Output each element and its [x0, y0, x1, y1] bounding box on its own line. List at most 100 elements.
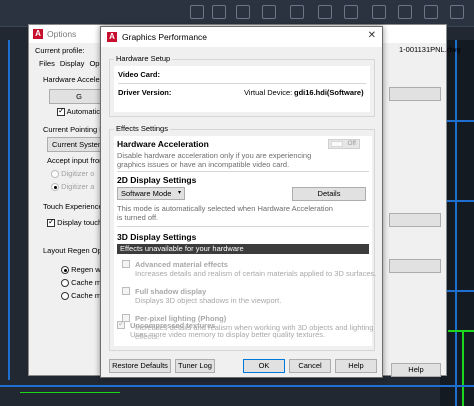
drawing-line: [447, 200, 474, 202]
effect-item-title: Uncompressed textures: [130, 321, 216, 330]
current-profile-label: Current profile:: [35, 46, 85, 55]
uncompressed-textures-checkbox[interactable]: [117, 319, 125, 329]
effect-item-desc: Displays 3D object shadows in the viewpo…: [135, 296, 282, 305]
drawing-line: [462, 330, 464, 406]
hardware-setup-legend: Hardware Setup: [114, 54, 173, 63]
toolbar-tool-icon[interactable]: [212, 5, 226, 19]
toolbar-tool-icon[interactable]: [450, 5, 464, 19]
options-side-button[interactable]: [389, 213, 441, 227]
drawing-line: [448, 330, 474, 332]
regen-when-radio[interactable]: [61, 266, 69, 275]
automatic-checkbox[interactable]: [57, 106, 65, 117]
hw-accel-toggle-label: Off: [347, 140, 356, 147]
options-tabs: Files Display Open: [39, 59, 108, 68]
effect-item-uncompressed-textures: Uncompressed textures Uses more video me…: [117, 319, 326, 339]
options-title: Options: [47, 29, 77, 39]
display2d-note-2: is turned off.: [117, 213, 159, 222]
effects-panel: Hardware Acceleration Off Disable hardwa…: [114, 136, 376, 346]
effect-item-title: Full shadow display: [135, 287, 207, 296]
toolbar-tool-icon[interactable]: [290, 5, 304, 19]
toolbar-tool-icon[interactable]: [372, 5, 386, 19]
cad-toolbar: [0, 0, 474, 26]
effect-item-desc: Uses more video memory to display better…: [130, 330, 326, 339]
digitizer-only-radio[interactable]: [51, 170, 59, 179]
cache-model-radio-2[interactable]: [61, 292, 69, 301]
drawing-line: [8, 40, 10, 380]
effects-settings-group: Effects Settings Hardware Acceleration O…: [109, 124, 376, 351]
hw-accel-desc-2: graphics issues or have an incompatible …: [117, 160, 290, 169]
pointing-device-select[interactable]: Current System Po: [47, 137, 115, 152]
cache-model-row-2: Cache mo: [61, 291, 105, 301]
effect-item-title: Advanced material effects: [135, 260, 228, 269]
drawing-line: [455, 40, 457, 406]
tab-display[interactable]: Display: [60, 59, 85, 68]
options-help-button[interactable]: Help: [391, 363, 441, 377]
toolbar-tool-icon[interactable]: [398, 5, 412, 19]
toolbar-tool-icon[interactable]: [318, 5, 332, 19]
drawing-line: [0, 385, 474, 387]
restore-defaults-button[interactable]: Restore Defaults: [109, 359, 171, 373]
accept-input-label: Accept input from:: [47, 156, 108, 165]
drawing-line: [20, 392, 120, 393]
options-side-button[interactable]: [389, 259, 441, 273]
options-side-button[interactable]: [389, 87, 441, 101]
full-shadow-checkbox[interactable]: [122, 287, 130, 295]
details-button[interactable]: Details: [292, 187, 366, 201]
tuner-log-button[interactable]: Tuner Log: [175, 359, 215, 373]
display2d-title: 2D Display Settings: [117, 175, 197, 185]
automatic-check-row: Automatica: [57, 106, 105, 117]
display2d-note-1: This mode is automatically selected when…: [117, 204, 333, 213]
hw-accel-toggle[interactable]: Off: [328, 139, 360, 149]
display-mode-value: Software Mode: [121, 189, 172, 198]
effect-item-desc: Increases details and realism of certain…: [135, 269, 377, 278]
autocad-logo-icon: A: [107, 32, 117, 42]
drawing-line: [447, 120, 474, 122]
toggle-knob: [331, 141, 343, 147]
digitizer-and-label: Digitizer a: [61, 182, 95, 191]
chevron-down-icon: ▾: [177, 190, 181, 196]
effect-item-full-shadow: Full shadow display Displays 3D object s…: [122, 287, 281, 305]
close-icon[interactable]: ✕: [368, 30, 376, 41]
hardware-acceleration-label: Hardware Accelera: [43, 75, 107, 84]
virtual-device-value: gdi16.hdi(Software): [294, 88, 364, 97]
hw-accel-desc-1: Disable hardware acceleration only if yo…: [117, 151, 312, 160]
display-mode-select[interactable]: Software Mode ▾: [117, 187, 185, 200]
virtual-device-label: Virtual Device:: [244, 88, 293, 97]
dialog-title-bar: A Graphics Performance ✕: [101, 27, 382, 47]
divider: [117, 171, 369, 172]
toolbar-tool-icon[interactable]: [262, 5, 276, 19]
help-button[interactable]: Help: [335, 359, 377, 373]
toolbar-tool-icon[interactable]: [190, 5, 204, 19]
hardware-info-panel: Video Card: Driver Version: Virtual Devi…: [114, 66, 370, 112]
unavailable-banner: Effects unavailable for your hardware: [117, 244, 369, 254]
touch-experience-label: Touch Experience: [43, 202, 103, 211]
drawing-name: 1-001131PNL.dwg: [399, 45, 461, 54]
display-touch-checkbox[interactable]: [47, 217, 55, 228]
cancel-button[interactable]: Cancel: [289, 359, 331, 373]
digitizer-and-radio[interactable]: [51, 183, 59, 192]
automatic-label: Automatica: [66, 107, 105, 116]
divider: [117, 226, 369, 227]
dialog-title: Graphics Performance: [122, 32, 208, 42]
divider: [118, 83, 366, 84]
cache-model-radio-1[interactable]: [61, 279, 69, 288]
autocad-logo-icon: A: [33, 29, 43, 39]
cache-model-row-1: Cache mo: [61, 278, 105, 288]
toolbar-tool-icon[interactable]: [236, 5, 250, 19]
digitizer-only-row: Digitizer o: [51, 169, 95, 179]
digitizer-only-label: Digitizer o: [61, 169, 95, 178]
advanced-material-checkbox[interactable]: [122, 260, 130, 268]
hardware-setup-group: Hardware Setup Video Card: Driver Versio…: [109, 54, 375, 117]
digitizer-and-row: Digitizer a: [51, 182, 95, 192]
hw-accel-title: Hardware Acceleration: [117, 139, 209, 149]
ok-button[interactable]: OK: [243, 359, 285, 373]
toolbar-tool-icon[interactable]: [424, 5, 438, 19]
display3d-title: 3D Display Settings: [117, 232, 197, 242]
toolbar-tool-icon[interactable]: [344, 5, 358, 19]
drawing-line: [447, 290, 474, 292]
driver-version-label: Driver Version:: [118, 88, 172, 97]
tab-files[interactable]: Files: [39, 59, 55, 68]
video-card-label: Video Card:: [118, 70, 160, 79]
effect-item-advanced-material: Advanced material effects Increases deta…: [122, 260, 376, 278]
effects-settings-legend: Effects Settings: [114, 124, 170, 133]
